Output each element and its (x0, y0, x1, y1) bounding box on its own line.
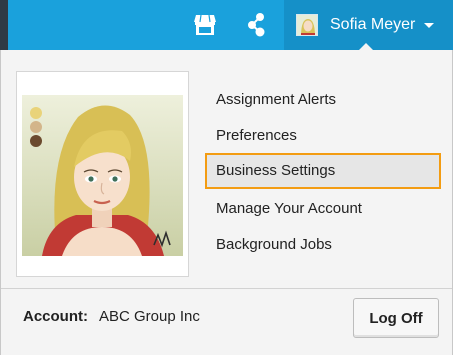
top-navigation-bar: Sofia Meyer (0, 0, 453, 50)
menu-item-assignment-alerts[interactable]: Assignment Alerts (205, 82, 441, 118)
account-label: Account: (23, 308, 88, 325)
menu-item-manage-your-account[interactable]: Manage Your Account (205, 191, 441, 227)
menu-item-background-jobs[interactable]: Background Jobs (205, 227, 441, 263)
user-dropdown-panel: Assignment Alerts Preferences Business S… (0, 50, 453, 355)
profile-picture (22, 95, 183, 256)
user-name: Sofia Meyer (330, 16, 416, 33)
menu-item-business-settings[interactable]: Business Settings (205, 153, 441, 189)
menu-item-preferences[interactable]: Preferences (205, 118, 441, 154)
footer-divider (1, 288, 452, 289)
account-name: ABC Group Inc (99, 308, 200, 325)
store-button[interactable] (188, 8, 222, 42)
share-button[interactable] (240, 8, 274, 42)
store-icon (194, 14, 216, 35)
user-avatar (296, 14, 318, 36)
log-off-button[interactable]: Log Off (353, 298, 439, 338)
topbar-left-edge (0, 0, 8, 50)
share-icon (248, 13, 265, 37)
chevron-down-icon (424, 22, 435, 28)
